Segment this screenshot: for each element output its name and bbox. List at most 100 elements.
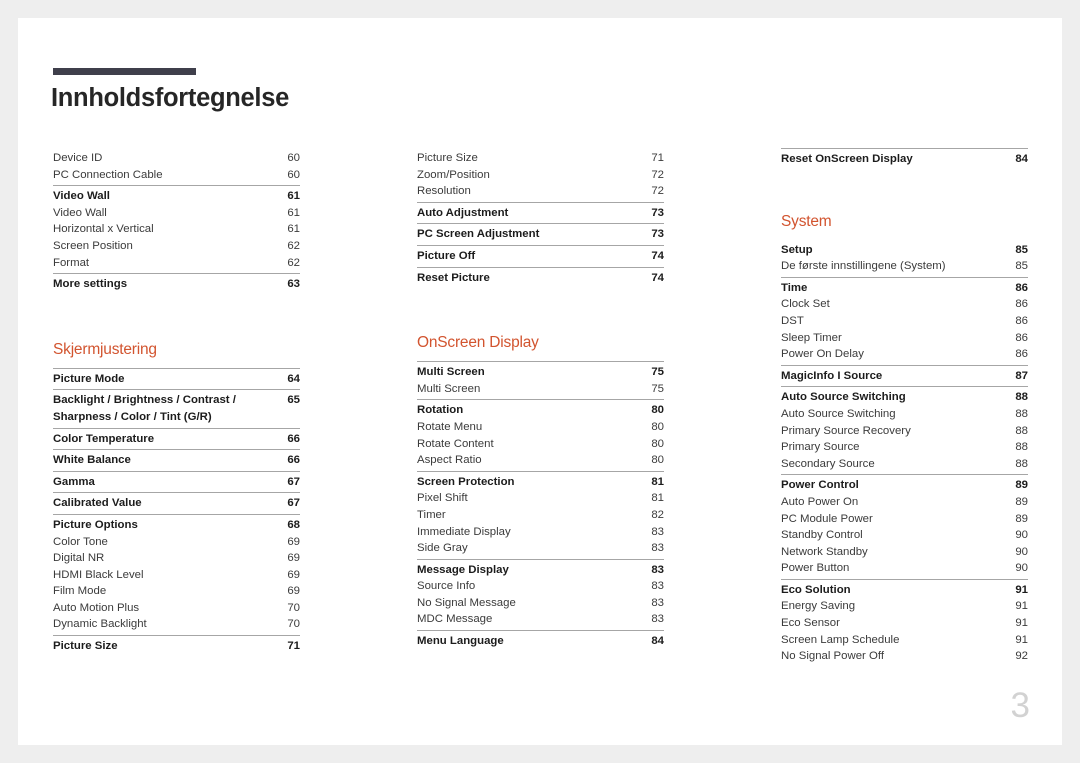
toc-entry[interactable]: Primary Source 88 (781, 439, 1028, 456)
toc-entry[interactable]: MagicInfo I Source 87 (781, 368, 1028, 385)
toc-entry[interactable]: Auto Power On 89 (781, 494, 1028, 511)
column-1: Device ID 60 PC Connection Cable 60 Video Wa… (53, 148, 300, 667)
toc-entry[interactable]: Video Wall 61 (53, 188, 300, 205)
toc-entry[interactable]: More settings 63 (53, 276, 300, 293)
toc-entry-label: PC Screen Adjustment (417, 228, 540, 241)
toc-entry[interactable]: Eco Sensor 91 (781, 615, 1028, 632)
toc-entry[interactable]: Auto Source Switching 88 (781, 406, 1028, 423)
toc-entry[interactable]: Rotate Content 80 (417, 436, 664, 453)
toc-entry[interactable]: PC Screen Adjustment 73 (417, 226, 664, 243)
toc-entry[interactable]: Setup 85 (781, 242, 1028, 259)
toc-entry[interactable]: Picture Off 74 (417, 248, 664, 265)
toc-entry[interactable]: Film Mode 69 (53, 583, 300, 600)
toc-group: Video Wall 61 Video Wall 61 Horizontal x Ver… (53, 185, 300, 273)
toc-entry[interactable]: Network Standby 90 (781, 544, 1028, 561)
toc-entry[interactable]: Message Display 83 (417, 562, 664, 579)
toc-entry[interactable]: HDMI Black Level 69 (53, 567, 300, 584)
toc-entry[interactable]: Gamma 67 (53, 474, 300, 491)
toc-entry-label: Color Temperature (53, 432, 155, 445)
toc-entry[interactable]: Clock Set 86 (781, 296, 1028, 313)
toc-group: Menu Language 84 (417, 630, 664, 652)
toc-entry[interactable]: Picture Size 71 (53, 638, 300, 655)
toc-entry[interactable]: Auto Adjustment 73 (417, 205, 664, 222)
toc-entry[interactable]: Pixel Shift 81 (417, 490, 664, 507)
toc-entry[interactable]: Calibrated Value 67 (53, 495, 300, 512)
toc-entry[interactable]: Color Temperature 66 (53, 431, 300, 448)
toc-entry-label: Pixel Shift (417, 492, 468, 505)
toc-entry[interactable]: DST 86 (781, 313, 1028, 330)
toc-entry[interactable]: Time 86 (781, 280, 1028, 297)
toc-entry-label: Secondary Source (781, 457, 875, 470)
toc-entry-label: Network Standby (781, 545, 868, 558)
toc-entry-page: 88 (1015, 424, 1028, 437)
toc-entry[interactable]: Power Button 90 (781, 560, 1028, 577)
toc-entry[interactable]: Auto Source Switching 88 (781, 389, 1028, 406)
toc-entry[interactable]: Format 62 (53, 255, 300, 272)
toc-entry[interactable]: Primary Source Recovery 88 (781, 423, 1028, 440)
toc-entry[interactable]: Eco Solution 91 (781, 582, 1028, 599)
toc-entry-page: 91 (1015, 617, 1028, 630)
toc-entry[interactable]: Auto Motion Plus 70 (53, 600, 300, 617)
toc-entry[interactable]: No Signal Power Off 92 (781, 648, 1028, 665)
toc-entry[interactable]: Energy Saving 91 (781, 598, 1028, 615)
toc-entry-label: Picture Options (53, 518, 138, 531)
toc-entry[interactable]: No Signal Message 83 (417, 595, 664, 612)
toc-entry-label: Clock Set (781, 298, 830, 311)
toc-entry[interactable]: Digital NR 69 (53, 550, 300, 567)
toc-entry[interactable]: Picture Options 68 (53, 517, 300, 534)
toc-entry-label: Video Wall (53, 206, 107, 219)
toc-entry-page: 75 (651, 366, 664, 379)
toc-entry[interactable]: Menu Language 84 (417, 633, 664, 650)
toc-entry[interactable]: Sleep Timer 86 (781, 330, 1028, 347)
toc-entry-label: PC Connection Cable (53, 168, 163, 181)
toc-entry[interactable]: Immediate Display 83 (417, 524, 664, 541)
toc-entry[interactable]: Source Info 83 (417, 578, 664, 595)
toc-entry[interactable]: Timer 82 (417, 507, 664, 524)
toc-entry-label: Auto Power On (781, 495, 859, 508)
toc-entry[interactable]: Power Control 89 (781, 477, 1028, 494)
toc-entry[interactable]: Secondary Source 88 (781, 456, 1028, 473)
toc-entry[interactable]: Multi Screen 75 (417, 364, 664, 381)
toc-entry[interactable]: Dynamic Backlight 70 (53, 616, 300, 633)
toc-entry[interactable]: Resolution 72 (417, 183, 664, 200)
toc-entry-page: 74 (651, 249, 664, 262)
toc-entry[interactable]: Standby Control 90 (781, 527, 1028, 544)
toc-entry[interactable]: Screen Position 62 (53, 238, 300, 255)
toc-entry-label: Rotate Menu (417, 420, 483, 433)
toc-entry[interactable]: Device ID 60 (53, 150, 300, 167)
toc-entry[interactable]: Picture Size 71 (417, 150, 664, 167)
toc-entry[interactable]: Power On Delay 86 (781, 346, 1028, 363)
toc-entry[interactable]: De første innstillingene (System) 85 (781, 258, 1028, 275)
toc-entry[interactable]: Screen Protection 81 (417, 474, 664, 491)
toc-entry[interactable]: Multi Screen 75 (417, 381, 664, 398)
toc-entry[interactable]: Reset OnScreen Display 84 (781, 151, 1028, 168)
toc-entry-label: PC Module Power (781, 512, 873, 525)
toc-entry-page: 80 (651, 404, 664, 417)
toc-entry[interactable]: Zoom/Position 72 (417, 167, 664, 184)
toc-entry[interactable]: Color Tone 69 (53, 534, 300, 551)
toc-entry-label: Auto Motion Plus (53, 601, 140, 614)
toc-entry[interactable]: MDC Message 83 (417, 611, 664, 628)
toc-entry[interactable]: White Balance 66 (53, 452, 300, 469)
toc-entry[interactable]: Picture Mode 64 (53, 371, 300, 388)
toc-entry-page: 83 (651, 580, 664, 593)
toc-entry-label: Multi Screen (417, 382, 481, 395)
toc-entry[interactable]: PC Module Power 89 (781, 511, 1028, 528)
toc-entry[interactable]: Reset Picture 74 (417, 270, 664, 287)
toc-entry[interactable]: Side Gray 83 (417, 540, 664, 557)
toc-entry[interactable]: Video Wall 61 (53, 205, 300, 222)
toc-entry[interactable]: PC Connection Cable 60 (53, 167, 300, 184)
column-3: Reset OnScreen Display 84 System Setup 85 De … (781, 148, 1028, 667)
toc-entry[interactable]: Rotate Menu 80 (417, 419, 664, 436)
toc-entry[interactable]: Screen Lamp Schedule 91 (781, 632, 1028, 649)
toc-entry-page: 75 (651, 382, 664, 395)
toc-entry[interactable]: Aspect Ratio 80 (417, 452, 664, 469)
toc-entry[interactable]: Backlight / Brightness / Contrast / Shar… (53, 392, 300, 425)
toc-entry[interactable]: Rotation 80 (417, 402, 664, 419)
toc-entry-label: Gamma (53, 475, 95, 488)
toc-entry-label: Film Mode (53, 585, 107, 598)
toc-entry-label: No Signal Message (417, 596, 516, 609)
toc-group: Setup 85 De første innstillingene (System)… (781, 240, 1028, 277)
toc-entry[interactable]: Horizontal x Vertical 61 (53, 221, 300, 238)
toc-entry-label: Setup (781, 243, 813, 256)
